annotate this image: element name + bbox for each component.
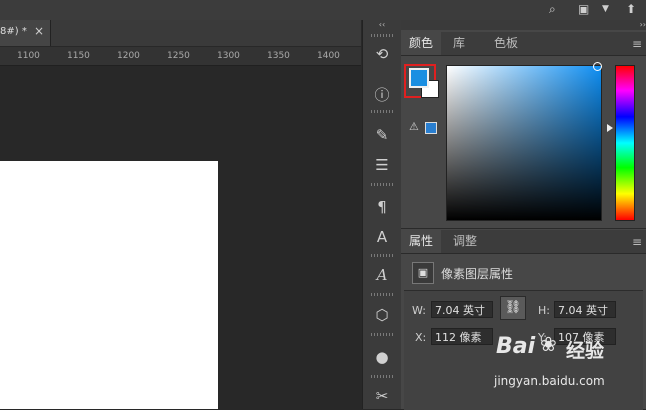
ruler-tick: 1250 (167, 51, 190, 61)
window-icon[interactable]: ▣ (578, 2, 589, 16)
glyphs-icon[interactable]: A (367, 263, 397, 287)
dock-grip[interactable] (371, 110, 393, 113)
dock-grip[interactable] (371, 34, 393, 37)
ruler-tick: 1100 (17, 51, 40, 61)
properties-panel-tabs: 属性 调整 ≡ (401, 230, 646, 254)
paw-icon: ❀ (540, 332, 557, 356)
share-icon[interactable]: ⬆ (626, 2, 636, 16)
paragraph-icon[interactable]: ¶ (367, 195, 397, 219)
tab-strip (51, 20, 361, 46)
3d-icon[interactable]: ⬡ (367, 303, 397, 327)
ruler-tick: 1350 (267, 51, 290, 61)
ruler-tick: 1200 (117, 51, 140, 61)
height-field[interactable]: 7.04 英寸 (554, 301, 616, 318)
history-icon[interactable]: ⟲ (367, 42, 397, 66)
document-canvas[interactable] (0, 161, 218, 409)
document-tab[interactable]: 8#) * × (0, 20, 51, 46)
character-icon[interactable]: A (367, 225, 397, 249)
user-icon[interactable]: ● (367, 345, 397, 369)
color-panel-tabs: 颜色 库 色板 ≡ (401, 32, 646, 56)
ruler-tick: 1400 (317, 51, 340, 61)
properties-title: 像素图层属性 (441, 267, 514, 281)
app-top-bar: ⌕ ▣ ▼ ⬆ (0, 0, 646, 20)
height-label: H: (538, 304, 550, 317)
brush-settings-icon[interactable]: ✎ (367, 123, 397, 147)
panel-dock: ‹‹ ⟲ ⓘ ✎ ☰ ¶ A A ⬡ ● ✂ (362, 20, 402, 409)
x-label: X: (415, 331, 427, 344)
collapse-dock-icon[interactable]: ‹‹ (363, 20, 401, 30)
dock-grip[interactable] (371, 183, 393, 186)
width-label: W: (412, 304, 426, 317)
panel-divider (401, 228, 646, 229)
pixel-layer-icon: ▣ (412, 262, 434, 284)
width-field[interactable]: 7.04 英寸 (431, 301, 493, 318)
close-icon[interactable]: × (34, 24, 44, 38)
gamut-warning-icon[interactable]: ⚠ (409, 120, 419, 133)
dock-grip[interactable] (371, 333, 393, 336)
document-tab-name: 8#) * (0, 26, 27, 37)
color-picker-marker[interactable] (593, 62, 602, 71)
hue-slider-handle[interactable] (607, 124, 613, 132)
tab-libraries[interactable]: 库 (445, 32, 473, 55)
dock-grip[interactable] (371, 254, 393, 257)
ruler-tick: 1300 (217, 51, 240, 61)
tab-swatches[interactable]: 色板 (486, 32, 526, 55)
ruler-tick: 1150 (67, 51, 90, 61)
hue-slider[interactable] (615, 65, 635, 221)
paths-icon[interactable]: ✂ (367, 384, 397, 408)
baidu-watermark: Bai ❀ 经验 jingyan.baidu.com (470, 332, 646, 409)
watermark-brand: Bai (496, 334, 536, 359)
link-icon[interactable]: ⛓ (500, 296, 526, 320)
color-field[interactable] (446, 65, 602, 221)
horizontal-ruler: 1100 1150 1200 1250 1300 1350 1400 (0, 47, 361, 66)
panel-menu-icon[interactable]: ≡ (632, 235, 642, 249)
chevron-down-icon[interactable]: ▼ (602, 4, 609, 14)
dock-grip[interactable] (371, 293, 393, 296)
panel-menu-icon[interactable]: ≡ (632, 37, 642, 51)
watermark-url: jingyan.baidu.com (494, 374, 605, 388)
tab-color[interactable]: 颜色 (401, 32, 442, 55)
adjustments-icon[interactable]: ☰ (367, 153, 397, 177)
tab-properties[interactable]: 属性 (401, 230, 442, 253)
tab-adjustments[interactable]: 调整 (445, 230, 485, 253)
expand-panel-icon[interactable]: ›› (401, 20, 646, 30)
watermark-brand-2: 经验 (566, 340, 605, 362)
dock-grip[interactable] (371, 375, 393, 378)
websafe-color-swatch[interactable] (425, 122, 437, 134)
foreground-color-swatch[interactable] (409, 68, 429, 88)
info-icon[interactable]: ⓘ (367, 83, 397, 107)
search-icon[interactable]: ⌕ (549, 2, 556, 17)
